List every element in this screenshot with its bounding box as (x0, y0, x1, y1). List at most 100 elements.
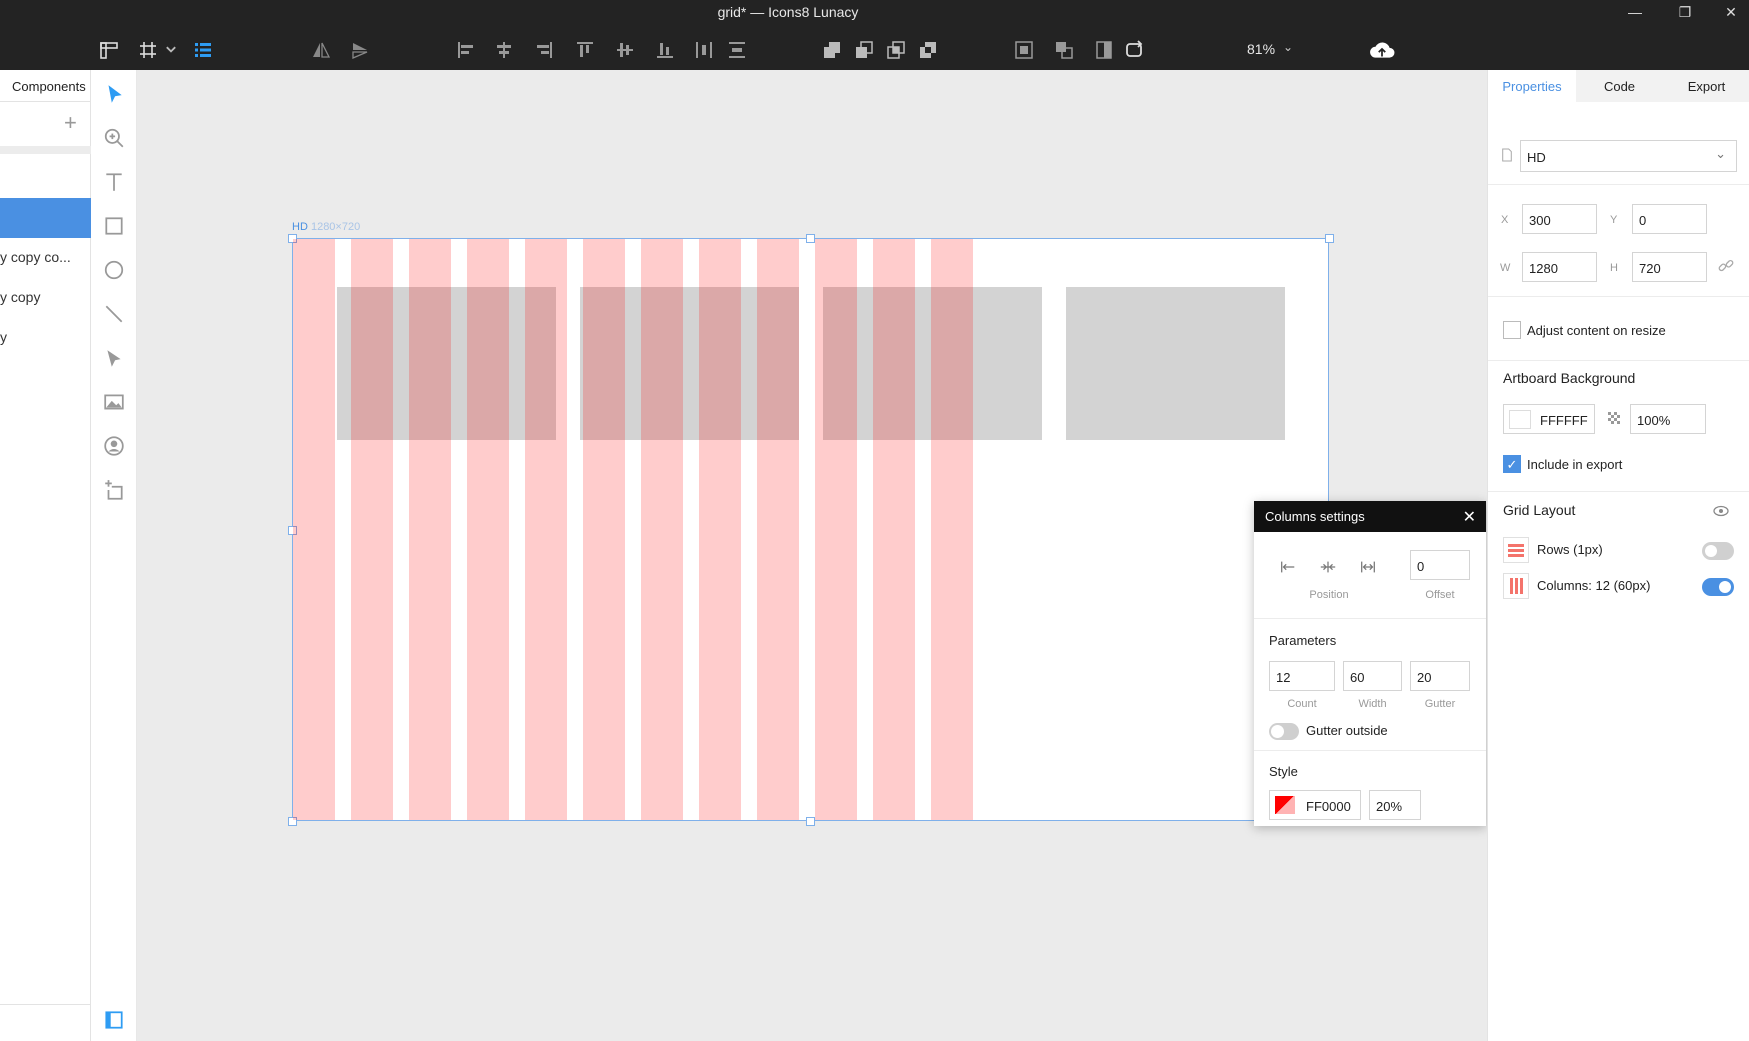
rows-label[interactable]: Rows (1px) (1537, 542, 1603, 557)
divider (0, 146, 91, 154)
title-bar: grid* — Icons8 Lunacy — ❐ ✕ 81% ⌄ (0, 0, 1749, 70)
align-center-icon[interactable] (492, 38, 516, 62)
align-top-icon[interactable] (573, 38, 597, 62)
resize-handle[interactable] (806, 817, 815, 826)
width-input[interactable]: 1280 (1522, 252, 1597, 282)
line-icon[interactable] (102, 302, 126, 326)
image-icon[interactable] (102, 390, 126, 414)
tab-properties[interactable]: Properties (1488, 70, 1576, 102)
color-swatch[interactable] (1275, 796, 1295, 814)
x-input[interactable]: 300 (1522, 204, 1597, 234)
style-section: Style FF0000 20% (1254, 750, 1486, 826)
zoom-icon[interactable] (102, 126, 126, 150)
artboard-dimensions: 1280×720 (310, 221, 361, 233)
flip-horizontal-icon[interactable] (309, 38, 333, 62)
components-tab[interactable]: Components (0, 70, 91, 102)
gray-rectangle[interactable] (1066, 287, 1285, 440)
zoom-level[interactable]: 81% (1247, 41, 1275, 57)
align-center-position-icon[interactable] (1317, 556, 1339, 578)
select-arrow-icon[interactable] (102, 82, 126, 106)
tab-export[interactable]: Export (1663, 70, 1749, 102)
rotate-icon[interactable] (1122, 38, 1146, 62)
adjust-content-checkbox[interactable] (1503, 321, 1521, 339)
align-right-icon[interactable] (532, 38, 556, 62)
count-input[interactable]: 12 (1269, 661, 1335, 691)
background-opacity-input[interactable]: 100% (1630, 404, 1706, 434)
text-icon[interactable] (102, 170, 126, 194)
link-icon[interactable] (1718, 258, 1736, 276)
artboard-hd[interactable] (292, 238, 1329, 821)
align-middle-icon[interactable] (613, 38, 637, 62)
layer-item[interactable]: y (0, 318, 91, 358)
align-left-icon[interactable] (454, 38, 478, 62)
distribute-horizontal-icon[interactable] (692, 38, 716, 62)
offset-input[interactable]: 0 (1410, 550, 1470, 580)
layout-grid-icon[interactable] (191, 38, 215, 62)
flatten-icon[interactable] (1092, 38, 1116, 62)
tool-strip (91, 70, 137, 1041)
grid-column-overlay (351, 239, 393, 820)
rows-toggle[interactable] (1702, 542, 1734, 560)
zoom-dropdown-icon[interactable]: ⌄ (1283, 40, 1293, 54)
panel-tabs: Properties Code Export (1488, 70, 1749, 102)
pen-icon[interactable] (102, 346, 126, 370)
opacity-input[interactable]: 20% (1369, 790, 1421, 820)
artboard-icon[interactable] (102, 478, 126, 502)
grid-column-overlay (931, 239, 973, 820)
gutter-input[interactable]: 20 (1410, 661, 1470, 691)
ruler-icon[interactable] (97, 38, 121, 62)
distribute-vertical-icon[interactable] (725, 38, 749, 62)
intersect-icon[interactable] (884, 38, 908, 62)
align-left-position-icon[interactable] (1277, 556, 1299, 578)
width-input[interactable]: 60 (1343, 661, 1402, 691)
tab-code[interactable]: Code (1576, 70, 1663, 102)
grid-icon[interactable] (136, 38, 160, 62)
eye-icon[interactable] (1713, 504, 1729, 517)
grid-column-overlay (815, 239, 857, 820)
chevron-down-icon: ⌄ (1715, 146, 1726, 161)
close-icon[interactable]: ✕ (1463, 507, 1476, 527)
flip-vertical-icon[interactable] (348, 38, 372, 62)
artboard-label[interactable]: HD 1280×720 (292, 221, 360, 233)
w-label: W (1500, 262, 1511, 274)
stretch-position-icon[interactable] (1357, 556, 1379, 578)
background-color-swatch[interactable] (1509, 410, 1531, 429)
cloud-upload-icon[interactable] (1368, 38, 1396, 62)
minimize-button[interactable]: — (1620, 4, 1650, 20)
restore-button[interactable]: ❐ (1670, 4, 1700, 21)
difference-icon[interactable] (916, 38, 940, 62)
columns-settings-popup: Columns settings ✕ 0 Position Offset Par… (1254, 501, 1486, 826)
align-bottom-icon[interactable] (653, 38, 677, 62)
crop-icon[interactable] (1052, 38, 1076, 62)
page-icon (1501, 148, 1515, 164)
union-icon[interactable] (820, 38, 844, 62)
columns-label[interactable]: Columns: 12 (60px) (1537, 578, 1650, 593)
properties-panel: Properties Code Export HD ⌄ X 300 Y 0 W … (1487, 70, 1749, 1041)
layer-item[interactable]: y copy (0, 278, 91, 318)
columns-toggle[interactable] (1702, 578, 1734, 596)
avatar-icon[interactable] (102, 434, 126, 458)
grid-column-overlay (525, 239, 567, 820)
layer-item[interactable]: y copy co... (0, 238, 91, 278)
gutter-outside-toggle[interactable] (1269, 723, 1299, 740)
resize-handle[interactable] (1325, 234, 1334, 243)
height-input[interactable]: 720 (1632, 252, 1707, 282)
grid-column-overlay (293, 239, 335, 820)
close-button[interactable]: ✕ (1716, 4, 1746, 21)
oval-icon[interactable] (102, 258, 126, 282)
resize-handle[interactable] (806, 234, 815, 243)
layer-item[interactable] (0, 198, 91, 238)
panel-toggle-icon[interactable] (102, 1008, 126, 1032)
include-in-export-checkbox[interactable]: ✓ (1503, 455, 1521, 473)
subtract-icon[interactable] (852, 38, 876, 62)
divider (1488, 184, 1749, 185)
preset-select[interactable]: HD ⌄ (1520, 140, 1737, 172)
add-icon[interactable]: + (64, 110, 77, 136)
mask-icon[interactable] (1012, 38, 1036, 62)
columns-icon (1503, 573, 1529, 599)
grid-column-overlay (409, 239, 451, 820)
rectangle-icon[interactable] (102, 214, 126, 238)
grid-dropdown-icon[interactable] (164, 38, 178, 62)
artboard-background-title: Artboard Background (1503, 370, 1636, 386)
y-input[interactable]: 0 (1632, 204, 1707, 234)
